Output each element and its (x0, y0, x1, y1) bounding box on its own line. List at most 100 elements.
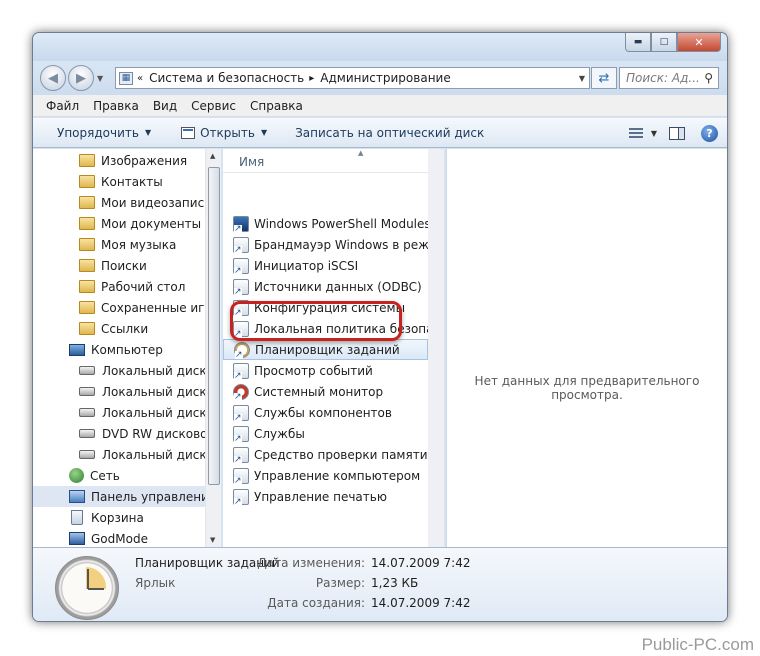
drive-icon (79, 366, 95, 375)
details-size-label: Размер: (315, 576, 365, 590)
menu-file[interactable]: Файл (46, 99, 79, 113)
nav-item-links[interactable]: Ссылки (33, 318, 205, 339)
list-item-label: Инициатор iSCSI (254, 258, 359, 273)
details-modified-value: 14.07.2009 7:42 (371, 556, 471, 570)
breadcrumb-separator-icon[interactable]: ▸ (309, 73, 314, 84)
menu-tools[interactable]: Сервис (191, 99, 236, 113)
forward-button[interactable]: ▶ (68, 65, 94, 91)
nav-item-saved-games[interactable]: Сохраненные игры (33, 297, 205, 318)
list-item[interactable]: Управление печатью (223, 486, 428, 507)
address-overflow-icon[interactable]: « (137, 73, 143, 84)
nav-item-drive-e[interactable]: Локальный диск (E:) (33, 402, 205, 423)
nav-item-recycle-bin[interactable]: Корзина (33, 507, 205, 528)
nav-scrollbar-thumb[interactable] (208, 167, 220, 485)
nav-item-drive-y[interactable]: Локальный диск (Y:) (33, 444, 205, 465)
command-bar: Упорядочить ▼ Открыть ▼ Записать на опти… (33, 118, 727, 148)
nav-item-documents[interactable]: Мои документы (33, 213, 205, 234)
nav-item-contacts[interactable]: Контакты (33, 171, 205, 192)
nav-item-pictures[interactable]: Изображения (33, 150, 205, 171)
list-item[interactable]: Windows PowerShell Modules (223, 213, 428, 234)
list-scrollbar[interactable] (428, 149, 444, 547)
refresh-icon: ⇄ (598, 70, 610, 86)
open-button[interactable]: Открыть ▼ (181, 126, 267, 140)
list-item[interactable]: Просмотр событий (223, 360, 428, 381)
list-item-label: Источники данных (ODBC) (254, 279, 422, 294)
list-item[interactable]: Управление компьютером (223, 465, 428, 486)
nav-item-label: Рабочий стол (101, 279, 186, 294)
menu-edit[interactable]: Правка (93, 99, 139, 113)
search-input[interactable]: Поиск: Ад... ⚲ (619, 67, 719, 89)
nav-item-network[interactable]: Сеть (33, 465, 205, 486)
nav-item-computer[interactable]: Компьютер (33, 339, 205, 360)
nav-item-label: Моя музыка (101, 237, 177, 252)
clock-hand (87, 569, 89, 589)
list-item-label: Службы (254, 426, 305, 441)
window-icon (181, 126, 196, 139)
details-modified-label: Дата изменения: (257, 556, 365, 570)
menu-view[interactable]: Вид (153, 99, 177, 113)
list-item[interactable]: Системный монитор (223, 381, 428, 402)
nav-item-music[interactable]: Моя музыка (33, 234, 205, 255)
back-button[interactable]: ◀ (40, 65, 66, 91)
address-dropdown-icon[interactable]: ▼ (579, 74, 585, 83)
nav-item-dvd-f[interactable]: DVD RW дисковод (F:) (33, 423, 205, 444)
nav-item-desktop[interactable]: Рабочий стол (33, 276, 205, 297)
folder-icon (79, 154, 95, 167)
preview-pane-icon[interactable] (669, 126, 685, 140)
recent-pages-dropdown-icon[interactable]: ▼ (97, 74, 103, 83)
task-scheduler-large-icon (55, 556, 119, 620)
nav-item-label: Сохраненные игры (101, 300, 205, 315)
nav-item-control-panel[interactable]: Панель управления (33, 486, 205, 507)
maximize-button[interactable]: □ (651, 33, 677, 52)
menu-help[interactable]: Справка (250, 99, 303, 113)
nav-item-godmode[interactable]: GodMode (33, 528, 205, 547)
list-item[interactable]: Службы компонентов (223, 402, 428, 423)
nav-item-drive-c[interactable]: Локальный диск (C:) (33, 360, 205, 381)
nav-item-label: Локальный диск (D:) (102, 384, 205, 399)
folder-icon (79, 301, 95, 314)
view-dropdown-icon[interactable]: ▼ (651, 129, 657, 138)
search-icon[interactable]: ⚲ (704, 71, 713, 85)
nav-item-label: Ссылки (101, 321, 149, 336)
task-scheduler-icon (234, 341, 250, 359)
list-item-label: Системный монитор (254, 384, 384, 399)
list-item[interactable]: Брандмауэр Windows в режиме повышенной б… (223, 234, 428, 255)
breadcrumb-administration[interactable]: Администрирование (320, 71, 450, 85)
drive-icon (79, 387, 95, 396)
preview-empty-message: Нет данных для предварительного просмотр… (474, 374, 700, 402)
list-item[interactable]: Источники данных (ODBC) (223, 276, 428, 297)
list-item-label: Windows PowerShell Modules (254, 216, 428, 231)
column-header-name[interactable]: ▲ Имя (223, 149, 428, 173)
list-item[interactable]: Средство проверки памяти Windows (223, 444, 428, 465)
title-bar[interactable]: ▬ □ ✕ (33, 33, 727, 61)
nav-item-searches[interactable]: Поиски (33, 255, 205, 276)
event-viewer-icon (233, 362, 249, 381)
nav-item-videos[interactable]: Мои видеозаписи (33, 192, 205, 213)
nav-scrollbar[interactable]: ▲ ▼ (205, 149, 221, 547)
help-icon[interactable]: ? (701, 124, 718, 142)
burn-button[interactable]: Записать на оптический диск (295, 126, 484, 140)
scroll-up-icon[interactable]: ▲ (210, 152, 215, 160)
nav-item-label: Сеть (90, 468, 120, 483)
address-bar[interactable]: ▦ « Система и безопасность ▸ Администрир… (115, 67, 590, 89)
view-options-icon[interactable] (628, 127, 643, 139)
minimize-button[interactable]: ▬ (625, 33, 651, 52)
folder-icon (79, 196, 95, 209)
computer-icon (69, 343, 85, 356)
close-button[interactable]: ✕ (677, 33, 721, 52)
folder-icon (79, 259, 95, 272)
breadcrumb-system-security[interactable]: Система и безопасность (149, 71, 304, 85)
nav-item-label: Локальный диск (E:) (102, 405, 205, 420)
nav-item-drive-d[interactable]: Локальный диск (D:) (33, 381, 205, 402)
list-item-selected[interactable]: Планировщик заданий (223, 339, 428, 360)
clock-hand (88, 588, 104, 590)
network-icon (69, 468, 84, 483)
list-item-label: Управление печатью (254, 489, 387, 504)
list-item[interactable]: Службы (223, 423, 428, 444)
address-row: ◀ ▶ ▼ ▦ « Система и безопасность ▸ Админ… (33, 61, 727, 95)
nav-item-label: DVD RW дисковод (F:) (102, 426, 205, 441)
list-item[interactable]: Инициатор iSCSI (223, 255, 428, 276)
organize-button[interactable]: Упорядочить ▼ (57, 126, 151, 140)
refresh-button[interactable]: ⇄ (591, 67, 617, 89)
scroll-down-icon[interactable]: ▼ (210, 536, 215, 544)
